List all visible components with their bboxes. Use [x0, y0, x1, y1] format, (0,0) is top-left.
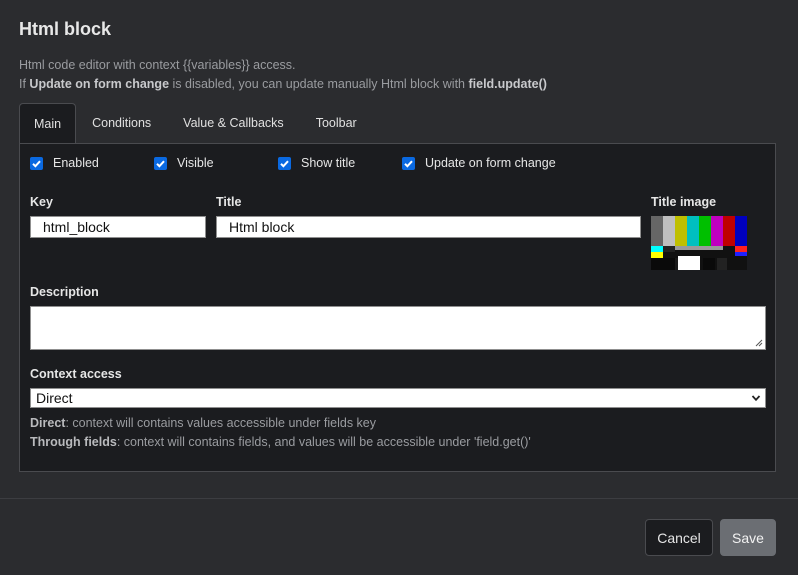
key-label: Key	[30, 195, 53, 209]
update-on-change-label: Update on form change	[425, 156, 556, 170]
show-title-checkbox[interactable]	[278, 156, 291, 170]
enabled-label: Enabled	[53, 156, 99, 170]
visible-checkbox[interactable]	[154, 156, 167, 170]
help-through-text: : context will contains fields, and valu…	[116, 435, 531, 449]
visible-label: Visible	[177, 156, 214, 170]
help-through-term: Through fields	[30, 435, 117, 449]
desc-bold-function: field.update()	[468, 77, 547, 91]
context-access-select[interactable]: Direct	[30, 388, 766, 408]
description-textarea[interactable]	[30, 306, 766, 350]
title-image-color-bars-icon[interactable]	[651, 216, 747, 270]
tab-main[interactable]: Main	[19, 103, 77, 144]
help-direct-text: : context will contains values accessibl…	[65, 416, 377, 430]
key-input[interactable]: html_block	[30, 216, 206, 238]
save-button[interactable]: Save	[720, 519, 776, 556]
chevron-down-icon	[751, 395, 761, 402]
title-image-label: Title image	[651, 195, 717, 209]
dialog-description-update: If Update on form change is disabled, yo…	[19, 77, 547, 91]
dialog-description: Html code editor with context {{variable…	[19, 58, 296, 72]
title-input[interactable]: Html block	[216, 216, 641, 238]
description-label: Description	[30, 285, 99, 299]
title-label: Title	[216, 195, 242, 209]
visible-checkbox-row[interactable]: Visible	[154, 156, 214, 170]
desc-prefix: If	[19, 77, 30, 91]
enabled-checkbox[interactable]	[30, 156, 43, 170]
desc-bold-update: Update on form change	[29, 77, 170, 91]
context-access-label: Context access	[30, 367, 122, 381]
enabled-checkbox-row[interactable]: Enabled	[30, 156, 99, 170]
help-through-fields: Through fields: context will contains fi…	[30, 435, 531, 449]
footer-divider	[0, 498, 798, 499]
help-direct-term: Direct	[30, 416, 66, 430]
desc-middle: is disabled, you can update manually Htm…	[169, 77, 469, 91]
cancel-button[interactable]: Cancel	[645, 519, 713, 556]
resize-handle-icon[interactable]	[755, 339, 763, 347]
tab-bar: Main Conditions Value & Callbacks Toolba…	[19, 103, 373, 144]
dialog-title: Html block	[19, 19, 112, 39]
show-title-label: Show title	[301, 156, 356, 170]
update-on-change-checkbox-row[interactable]: Update on form change	[402, 156, 556, 170]
update-on-change-checkbox[interactable]	[402, 156, 415, 170]
tab-toolbar[interactable]: Toolbar	[300, 103, 373, 143]
context-access-value: Direct	[36, 390, 73, 406]
show-title-checkbox-row[interactable]: Show title	[278, 156, 355, 170]
help-direct: Direct: context will contains values acc…	[30, 416, 376, 430]
tab-conditions[interactable]: Conditions	[76, 103, 167, 143]
tab-value-callbacks[interactable]: Value & Callbacks	[167, 103, 300, 143]
